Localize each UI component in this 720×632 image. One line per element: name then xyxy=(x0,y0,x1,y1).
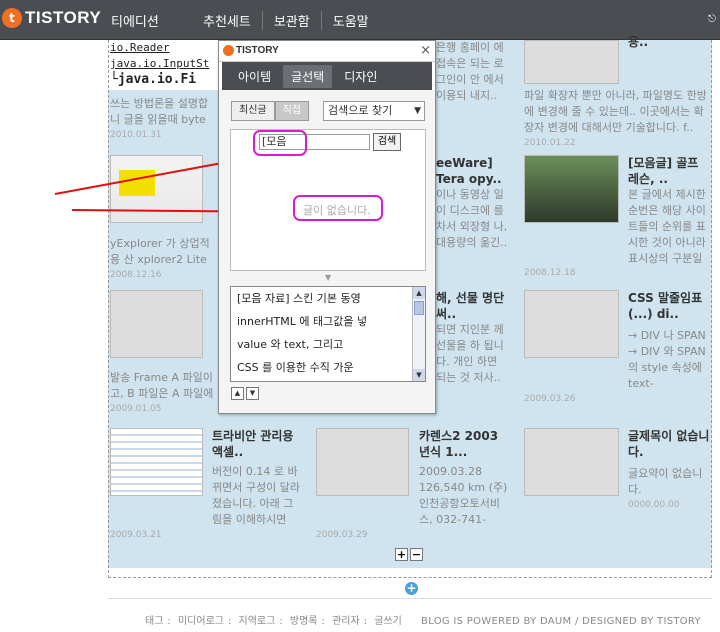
footer-separator: : xyxy=(363,616,368,627)
footer-separator: : xyxy=(167,616,171,627)
list-item[interactable]: value 와 text, 그리고 xyxy=(231,333,409,356)
scroll-up-icon[interactable]: ▲ xyxy=(413,287,425,299)
footer-separator: : xyxy=(227,616,232,627)
top-nav: 추천세트 보관함 도움말 xyxy=(192,11,380,30)
nav-recommend-set[interactable]: 추천세트 xyxy=(192,11,262,30)
footer-separator: : xyxy=(321,616,325,627)
manual-select-button[interactable]: 직접 xyxy=(274,101,310,121)
logout-icon[interactable]: ⎋ xyxy=(708,14,716,25)
list-item[interactable]: innerHTML 에 태그값을 넣 xyxy=(231,310,409,333)
close-icon[interactable]: × xyxy=(420,43,431,58)
footer-link-medialog[interactable]: 미디어로그 xyxy=(178,616,224,627)
footer-link-tag[interactable]: 태그 xyxy=(145,616,163,627)
nav-help[interactable]: 도움말 xyxy=(320,11,380,30)
popup-tabs: 아이템 글선택 디자인 xyxy=(219,62,435,90)
footer-link-guestbook[interactable]: 방명록 xyxy=(290,616,318,627)
tab-item[interactable]: 아이템 xyxy=(230,65,279,88)
top-bar: t TISTORY 티에디션 추천세트 보관함 도움말 ⎋ xyxy=(0,0,720,40)
post-select-popup: TISTORY × 아이템 글선택 디자인 최신글 직접 검색으로 찾기 ▼ [… xyxy=(218,40,436,414)
tab-design[interactable]: 디자인 xyxy=(336,65,385,88)
list-item[interactable]: CSS 를 이용한 수직 가운 xyxy=(231,356,409,379)
nav-storage[interactable]: 보관함 xyxy=(261,11,321,30)
selected-posts-list: [모음 자료] 스킨 기본 동영 innerHTML 에 태그값을 넣 valu… xyxy=(230,286,426,382)
popup-logo: TISTORY xyxy=(223,45,279,56)
footer-divider xyxy=(108,598,712,599)
highlight-circle xyxy=(253,130,307,156)
footer-powered-by: BLOG IS POWERED BY DAUM / DESIGNED BY TI… xyxy=(421,616,701,627)
blog-footer: 태그: 미디어로그: 지역로그: 방명록: 관리자: 글쓰기 BLOG IS P… xyxy=(145,612,701,627)
footer-separator: : xyxy=(279,616,283,627)
tistory-logo[interactable]: t TISTORY xyxy=(2,8,101,28)
list-item[interactable]: [모음 자료] 스킨 기본 동영 xyxy=(231,287,409,310)
logo-text: TISTORY xyxy=(25,8,102,27)
footer-link-admin[interactable]: 관리자 xyxy=(332,616,360,627)
scroll-down-icon[interactable]: ▼ xyxy=(413,369,425,381)
chevron-down-icon: ▼ xyxy=(414,106,421,116)
search-mode-select[interactable]: 검색으로 찾기 ▼ xyxy=(323,101,425,121)
popup-header: TISTORY × xyxy=(219,41,435,62)
move-down-icon[interactable]: ▼ xyxy=(246,387,259,400)
chevron-down-icon[interactable]: ▼ xyxy=(325,273,331,282)
order-buttons: ▲ ▼ xyxy=(231,387,259,400)
latest-posts-button[interactable]: 최신글 xyxy=(231,101,275,121)
scrollbar-thumb[interactable] xyxy=(414,301,424,315)
list-scrollbar[interactable]: ▲ ▼ xyxy=(412,287,425,381)
tistory-logo-icon: t xyxy=(2,8,22,28)
add-module-icon[interactable]: + xyxy=(405,582,418,595)
move-up-icon[interactable]: ▲ xyxy=(231,387,244,400)
highlight-circle xyxy=(293,195,383,221)
tistory-logo-icon xyxy=(223,45,234,56)
footer-link-locallog[interactable]: 지역로그 xyxy=(239,616,276,627)
filter-toggle: 최신글 직접 xyxy=(231,101,310,121)
popup-logo-text: TISTORY xyxy=(236,45,279,56)
popup-tab-bar: 아이템 글선택 디자인 xyxy=(222,62,432,90)
search-mode-value: 검색으로 찾기 xyxy=(328,104,393,117)
search-results-panel: [모음 검색 글이 없습니다. xyxy=(230,129,426,271)
edition-title: 티에디션 xyxy=(111,15,159,30)
footer-link-write[interactable]: 글쓰기 xyxy=(374,616,402,627)
tab-post-select[interactable]: 글선택 xyxy=(283,64,333,88)
search-button[interactable]: 검색 xyxy=(373,133,401,151)
